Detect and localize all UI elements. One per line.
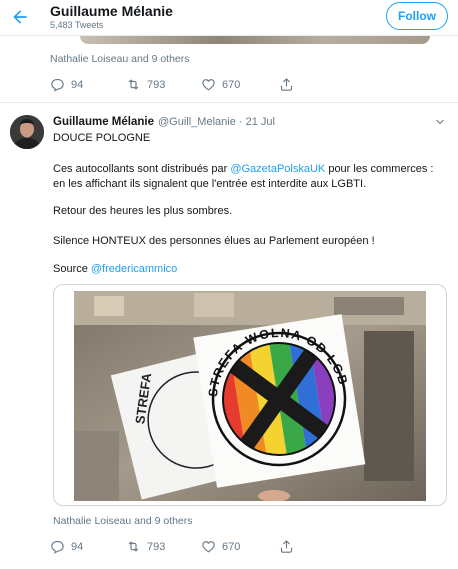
share-icon — [280, 540, 293, 553]
retweet-count: 793 — [147, 540, 166, 553]
tweet-handle[interactable]: @Guill_Melanie — [158, 116, 236, 128]
reply-icon — [51, 78, 64, 92]
reply-button[interactable]: 94 — [50, 77, 83, 92]
tweet-author-name[interactable]: Guillaume Mélanie — [53, 116, 154, 128]
tweet-actions: 94 793 670 — [50, 539, 330, 555]
tweet-divider — [0, 102, 458, 103]
retweet-count: 793 — [147, 78, 166, 91]
reply-icon — [51, 540, 64, 554]
tweet-text-line: en les affichant ils signalent que l'ent… — [53, 178, 367, 190]
share-icon — [280, 78, 293, 91]
retweet-button[interactable]: 793 — [126, 77, 165, 92]
tweet-date[interactable]: 21 Jul — [246, 116, 275, 128]
reply-count: 94 — [71, 540, 84, 553]
tweet-text-line: DOUCE POLOGNE — [53, 132, 151, 144]
previous-liked-by[interactable]: Nathalie Loiseau and 9 others — [50, 53, 190, 65]
profile-header: Guillaume Mélanie 5,483 Tweets Follow — [0, 0, 458, 36]
like-icon — [202, 79, 215, 91]
back-arrow-icon[interactable] — [10, 7, 30, 27]
avatar[interactable] — [10, 115, 44, 149]
mention-link[interactable]: @fredericammico — [91, 263, 177, 275]
follow-button[interactable]: Follow — [386, 2, 448, 30]
like-icon — [202, 541, 215, 553]
retweet-icon — [128, 541, 139, 552]
like-button[interactable]: 670 — [201, 539, 240, 554]
share-button[interactable] — [279, 539, 300, 554]
text-segment: Source — [53, 263, 91, 275]
avatar-image — [10, 115, 44, 149]
share-button[interactable] — [279, 77, 300, 92]
text-segment: Ces autocollants sont distribués par — [53, 163, 231, 175]
previous-tweet-media[interactable] — [80, 36, 430, 44]
reply-button[interactable]: 94 — [50, 539, 83, 554]
tweet-count: 5,483 Tweets — [50, 20, 104, 30]
tweet-text-line: Silence HONTEUX des personnes élues au P… — [53, 235, 375, 247]
profile-name: Guillaume Mélanie — [50, 3, 173, 19]
like-count: 670 — [222, 540, 241, 553]
tweet-text-line: Source @fredericammico — [53, 262, 177, 276]
sticker-photo: STREFA STREFA WOLNA OD LGBT — [74, 291, 426, 501]
tweet-liked-by[interactable]: Nathalie Loiseau and 9 others — [53, 515, 193, 527]
text-segment: pour les commerces : — [325, 163, 434, 175]
like-button[interactable]: 670 — [201, 77, 240, 92]
retweet-button[interactable]: 793 — [126, 539, 165, 554]
meta-separator: · — [238, 116, 243, 128]
retweet-icon — [128, 79, 139, 90]
chevron-down-icon[interactable] — [434, 116, 446, 128]
previous-tweet-actions: 94 793 670 — [50, 77, 330, 93]
tweet-text-line: Retour des heures les plus sombres. — [53, 205, 233, 217]
mention-link[interactable]: @GazetaPolskaUK — [230, 163, 325, 175]
tweet-media-card[interactable]: STREFA STREFA WOLNA OD LGBT — [53, 284, 447, 506]
tweet-text-line: Ces autocollants sont distribués par @Ga… — [53, 162, 433, 176]
tweet-author-meta: @Guill_Melanie · 21 Jul — [158, 116, 275, 128]
like-count: 670 — [222, 78, 241, 91]
reply-count: 94 — [71, 78, 84, 91]
